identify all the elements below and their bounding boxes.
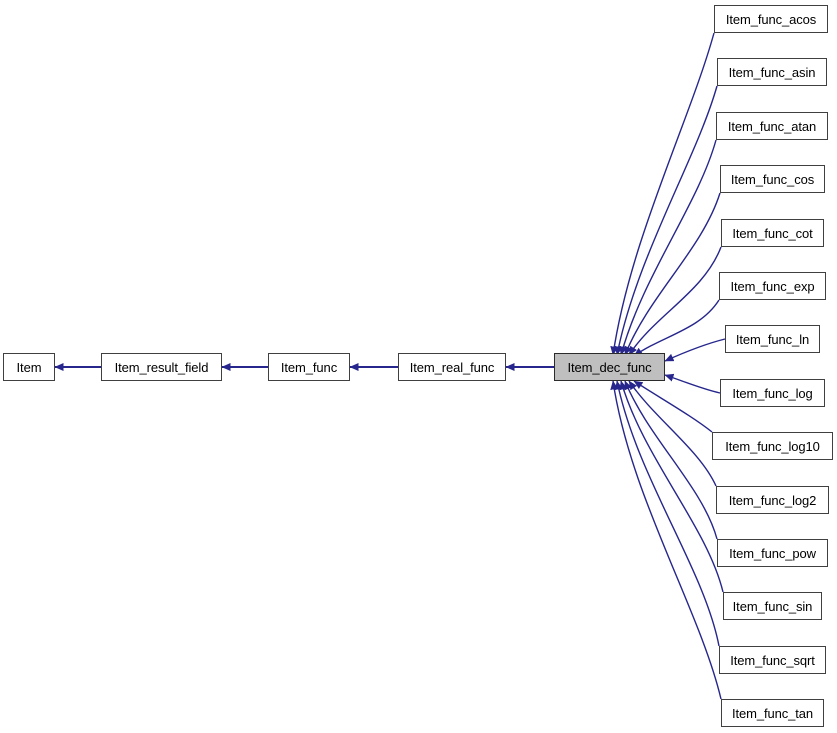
- inheritance-edge-item_func_log10-to-item_dec_func: [633, 380, 713, 433]
- inheritance-edge-item_func_cot-to-item_dec_func: [628, 246, 722, 356]
- class-node-label: Item_result_field: [114, 359, 209, 375]
- class-node-label: Item_func_exp: [730, 278, 815, 294]
- class-node-item_func_exp[interactable]: Item_func_exp: [719, 272, 826, 300]
- class-node-label: Item_real_func: [409, 359, 495, 375]
- class-node-item_func_cos[interactable]: Item_func_cos: [720, 165, 825, 193]
- class-node-item_func_sin[interactable]: Item_func_sin: [723, 592, 822, 620]
- class-node-label: Item_func_log: [732, 385, 813, 401]
- class-node-item_result_field[interactable]: Item_result_field: [101, 353, 222, 381]
- class-node-item_func_atan[interactable]: Item_func_atan: [716, 112, 828, 140]
- inheritance-edge-item_func_tan-to-item_dec_func: [610, 380, 722, 700]
- class-node-item_func_log2[interactable]: Item_func_log2: [716, 486, 829, 514]
- inheritance-edge-item_func_atan-to-item_dec_func: [619, 139, 717, 356]
- inheritance-edge-item_func_log2-to-item_dec_func: [628, 380, 717, 487]
- inheritance-edge-item_func_asin-to-item_dec_func: [614, 85, 718, 356]
- class-node-item_func_asin[interactable]: Item_func_asin: [717, 58, 827, 86]
- class-node-label: Item: [16, 359, 42, 375]
- class-node-label: Item_func_cos: [730, 171, 815, 187]
- class-node-label: Item_func_log2: [728, 492, 817, 508]
- class-node-item_real_func[interactable]: Item_real_func: [398, 353, 506, 381]
- inheritance-edge-item_func_sin-to-item_dec_func: [619, 380, 724, 593]
- inheritance-edge-item_func_log-to-item_dec_func: [664, 373, 721, 394]
- inheritance-edge-item_func_sqrt-to-item_dec_func: [614, 380, 720, 647]
- class-node-label: Item_func_asin: [728, 64, 816, 80]
- class-node-label: Item_dec_func: [567, 359, 652, 375]
- class-node-label: Item_func_acos: [725, 11, 817, 27]
- class-node-item[interactable]: Item: [3, 353, 55, 381]
- class-node-item_func[interactable]: Item_func: [268, 353, 350, 381]
- class-node-label: Item_func_cot: [732, 225, 813, 241]
- inheritance-edge-item_func_pow-to-item_dec_func: [624, 380, 718, 540]
- class-node-item_func_log[interactable]: Item_func_log: [720, 379, 825, 407]
- class-node-item_func_cot[interactable]: Item_func_cot: [721, 219, 824, 247]
- class-node-item_func_ln[interactable]: Item_func_ln: [725, 325, 820, 353]
- class-inheritance-diagram: Item Item_result_field Item_func Item_real_…: [0, 0, 837, 733]
- class-node-label: Item_func_sin: [732, 598, 813, 614]
- class-node-item_func_sqrt[interactable]: Item_func_sqrt: [719, 646, 826, 674]
- class-node-item_func_log10[interactable]: Item_func_log10: [712, 432, 833, 460]
- class-node-item_func_acos[interactable]: Item_func_acos: [714, 5, 828, 33]
- class-node-label: Item_func_sqrt: [730, 652, 815, 668]
- class-node-label: Item_func_log10: [725, 438, 820, 454]
- class-node-item_dec_func[interactable]: Item_dec_func: [554, 353, 665, 381]
- class-node-label: Item_func_tan: [731, 705, 814, 721]
- class-node-label: Item_func_atan: [727, 118, 817, 134]
- class-node-label: Item_func_ln: [735, 331, 810, 347]
- inheritance-edge-item_func_acos-to-item_dec_func: [610, 32, 715, 356]
- inheritance-edge-item_func_exp-to-item_dec_func: [633, 299, 720, 357]
- inheritance-edge-item_func_cos-to-item_dec_func: [624, 192, 721, 356]
- class-node-label: Item_func_pow: [729, 545, 816, 561]
- class-node-label: Item_func: [280, 359, 338, 375]
- class-node-item_func_tan[interactable]: Item_func_tan: [721, 699, 824, 727]
- inheritance-edge-item_func_ln-to-item_dec_func: [664, 338, 726, 362]
- class-node-item_func_pow[interactable]: Item_func_pow: [717, 539, 828, 567]
